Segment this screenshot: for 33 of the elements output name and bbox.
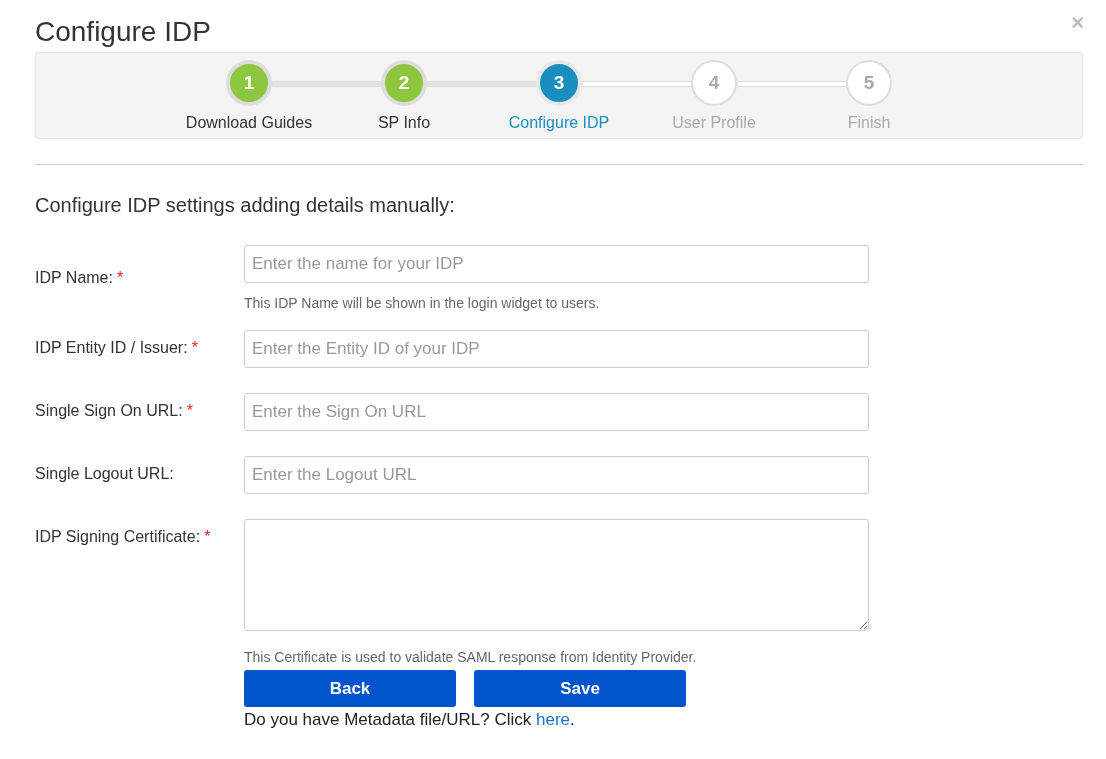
text-input-field[interactable]: Enter the Logout URL bbox=[244, 456, 869, 494]
metadata-prompt: Do you have Metadata file/URL? Click here. bbox=[244, 710, 576, 730]
required-mark: * bbox=[186, 402, 193, 420]
field-label: IDP Signing Certificate: bbox=[35, 528, 201, 546]
field-label: IDP Entity ID / Issuer: bbox=[35, 339, 188, 357]
step-label: User Profile bbox=[672, 114, 756, 132]
step-circle[interactable]: 4 bbox=[691, 60, 737, 106]
field-label: IDP Name: bbox=[35, 269, 113, 287]
form-button[interactable]: Save bbox=[474, 670, 686, 707]
text-input-field[interactable]: Enter the Sign On URL bbox=[244, 393, 869, 431]
form-heading: Configure IDP settings adding details manually: bbox=[35, 193, 456, 217]
step-label: SP Info bbox=[377, 114, 431, 132]
field-label: Single Logout URL: bbox=[35, 465, 174, 483]
step-label: Configure IDP bbox=[508, 114, 610, 132]
certificate-text-area[interactable] bbox=[244, 519, 869, 631]
here-link[interactable]: here bbox=[536, 710, 570, 729]
help-text: This Certificate is used to validate SAML response from Identity Provider. bbox=[244, 649, 698, 665]
close-button[interactable]: × bbox=[1071, 12, 1084, 34]
step-label: Finish bbox=[847, 114, 891, 132]
text-input-field[interactable]: Enter the Entity ID of your IDP bbox=[244, 330, 869, 368]
step-circle[interactable]: 1 bbox=[226, 60, 272, 106]
form-button[interactable]: Back bbox=[244, 670, 456, 707]
step-circle[interactable]: 2 bbox=[381, 60, 427, 106]
help-text: This IDP Name will be shown in the login widget to users. bbox=[244, 295, 601, 311]
dialog-title: Configure IDP bbox=[35, 15, 211, 49]
required-mark: * bbox=[204, 528, 211, 546]
text-input-field[interactable]: Enter the name for your IDP bbox=[244, 245, 869, 283]
required-mark: * bbox=[191, 339, 198, 357]
step-label: Download Guides bbox=[185, 114, 313, 132]
required-mark: * bbox=[116, 269, 124, 287]
step-circle[interactable]: 3 bbox=[536, 60, 582, 106]
field-label: Single Sign On URL: bbox=[35, 402, 183, 420]
step-circle[interactable]: 5 bbox=[846, 60, 892, 106]
